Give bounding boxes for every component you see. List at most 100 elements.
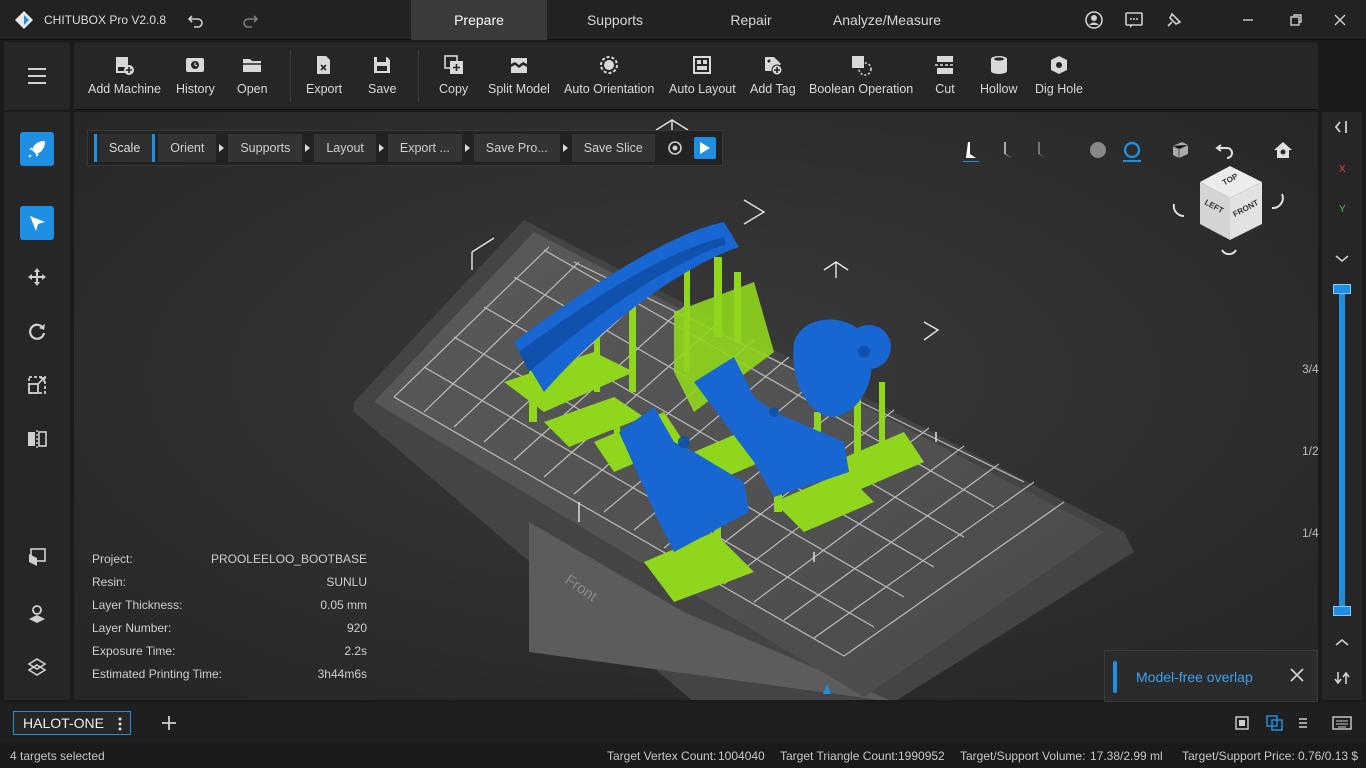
hollow-button[interactable]: Hollow <box>980 42 1018 110</box>
workflow-step-layout[interactable]: Layout <box>314 134 376 162</box>
add-machine-tab-icon[interactable] <box>161 715 177 731</box>
workflow-stepper: Scale Orient Supports Layout Export ... … <box>87 130 723 166</box>
layer-slider-lower-handle[interactable] <box>1333 606 1351 616</box>
step-arrow-icon <box>305 144 311 152</box>
info-row: Project: PROOLEELOO_BOOTBASE <box>92 552 367 575</box>
workflow-settings-icon[interactable] <box>666 139 684 157</box>
box-view-icon[interactable] <box>1170 140 1190 160</box>
workflow-step-supports[interactable]: Supports <box>228 134 303 162</box>
workflow-step-save-slice[interactable]: Save Slice <box>571 134 655 162</box>
main-menu-button[interactable] <box>4 42 70 110</box>
home-view-icon[interactable] <box>1272 140 1294 160</box>
notification-toast: Model-free overlap <box>1104 650 1318 702</box>
layer-number: 920 <box>346 621 367 635</box>
more-options-icon[interactable] <box>118 717 122 731</box>
workflow-run-button[interactable] <box>693 137 716 159</box>
move-icon <box>28 268 46 286</box>
layer-slider-upper-handle[interactable] <box>1333 284 1351 294</box>
rocket-icon <box>28 141 45 158</box>
boolean-operation-button[interactable]: Boolean Operation <box>809 42 913 110</box>
step-arrow-icon <box>464 144 470 152</box>
toolbar-label: Dig Hole <box>1035 82 1083 96</box>
rotate-icon <box>29 323 46 340</box>
undo-view-icon[interactable] <box>1214 140 1236 160</box>
volume-label: Target/Support Volume: <box>960 749 1086 763</box>
add-tag-button[interactable]: Add Tag <box>750 42 796 110</box>
export-button[interactable]: Export <box>306 42 342 110</box>
undo-icon[interactable] <box>186 10 206 30</box>
split-model-button[interactable]: Split Model <box>488 42 550 110</box>
minimize-icon[interactable] <box>1238 10 1258 30</box>
play-icon <box>699 142 710 154</box>
layout-view-icon[interactable] <box>1234 715 1250 731</box>
tab-repair[interactable]: Repair <box>683 0 819 40</box>
step-arrow-icon <box>378 144 384 152</box>
list-view-icon[interactable] <box>1298 717 1308 729</box>
tab-analyze-measure[interactable]: Analyze/Measure <box>819 0 955 40</box>
copy-button[interactable]: Copy <box>439 42 468 110</box>
info-row: Layer Number: 920 <box>92 621 367 644</box>
layer-slider-track[interactable] <box>1339 288 1345 612</box>
auto-orientation-button[interactable]: Auto Orientation <box>564 42 654 110</box>
keyboard-icon[interactable] <box>1332 715 1352 731</box>
export-icon <box>317 56 331 74</box>
move-tool-button[interactable] <box>20 260 54 294</box>
slider-mark: 1/4 <box>1302 526 1319 540</box>
volume-value: 17.38/2.99 ml <box>1090 749 1163 763</box>
cut-button[interactable]: Cut <box>934 42 956 110</box>
account-icon[interactable] <box>1084 10 1104 30</box>
layer-jump-icon[interactable] <box>1332 668 1352 688</box>
app-identity: CHITUBOX Pro V2.0.8 <box>14 10 166 30</box>
scale-tool-button[interactable] <box>20 368 54 402</box>
close-window-icon[interactable] <box>1330 10 1350 30</box>
axis-x-label: X <box>1339 164 1346 175</box>
feedback-icon[interactable] <box>1124 10 1144 30</box>
save-button[interactable]: Save <box>368 42 397 110</box>
project-info-panel: Project: PROOLEELOO_BOOTBASE Resin: SUNLU … <box>92 552 367 690</box>
toolbar-label: Export <box>306 82 343 96</box>
dig-hole-button[interactable]: Dig Hole <box>1035 42 1083 110</box>
open-button[interactable]: Open <box>237 42 268 110</box>
quick-start-button[interactable] <box>20 132 54 166</box>
info-row: Resin: SUNLU <box>92 575 367 598</box>
toolbar-label: Save <box>368 82 397 96</box>
shading-xray-icon[interactable] <box>1122 140 1142 162</box>
mirror-tool-button[interactable] <box>20 422 54 456</box>
collapse-panel-icon[interactable] <box>1332 118 1352 136</box>
hamburger-icon <box>28 68 46 84</box>
chevron-up-icon[interactable] <box>1334 636 1350 648</box>
view-mode-support-icon[interactable] <box>998 140 1016 162</box>
view-mode-transparent-icon[interactable] <box>1032 140 1050 162</box>
scale-icon <box>28 376 46 394</box>
view-cube[interactable]: TOP LEFT FRONT <box>1170 164 1290 264</box>
chevron-down-icon[interactable] <box>1334 252 1350 264</box>
history-button[interactable]: History <box>176 42 215 110</box>
view-mode-solid-icon[interactable] <box>962 140 980 162</box>
library-button[interactable] <box>20 540 54 574</box>
multi-plate-view-icon[interactable] <box>1266 715 1284 731</box>
workflow-step-save-project[interactable]: Save Pro... <box>473 134 560 162</box>
add-machine-button[interactable]: Add Machine <box>88 42 161 110</box>
network-button[interactable] <box>20 650 54 684</box>
select-tool-button[interactable] <box>20 206 54 240</box>
tips-icon[interactable] <box>1164 10 1184 30</box>
workflow-step-orient[interactable]: Orient <box>158 134 217 162</box>
restore-icon[interactable] <box>1286 10 1306 30</box>
workflow-step-export[interactable]: Export ... <box>387 134 462 162</box>
tab-supports[interactable]: Supports <box>547 0 683 40</box>
machine-tab[interactable]: HALOT-ONE <box>13 711 131 735</box>
3d-viewport[interactable]: Front Scale Orient Supports Layout Expor… <box>74 112 1318 700</box>
close-icon[interactable] <box>1287 665 1307 685</box>
workflow-step-scale[interactable]: Scale <box>94 134 156 162</box>
auto-layout-button[interactable]: Auto Layout <box>669 42 736 110</box>
settings-model-button[interactable] <box>20 596 54 630</box>
cursor-icon <box>30 216 45 231</box>
history-icon <box>186 58 205 72</box>
machine-bar: HALOT-ONE <box>0 703 1366 743</box>
title-bar: CHITUBOX Pro V2.0.8 Prepare Supports Rep… <box>0 0 1366 40</box>
tab-prepare[interactable]: Prepare <box>411 0 547 40</box>
rotate-tool-button[interactable] <box>20 314 54 348</box>
shading-solid-icon[interactable] <box>1088 140 1108 160</box>
info-row: Exposure Time: 2.2s <box>92 644 367 667</box>
redo-icon[interactable] <box>240 10 260 30</box>
